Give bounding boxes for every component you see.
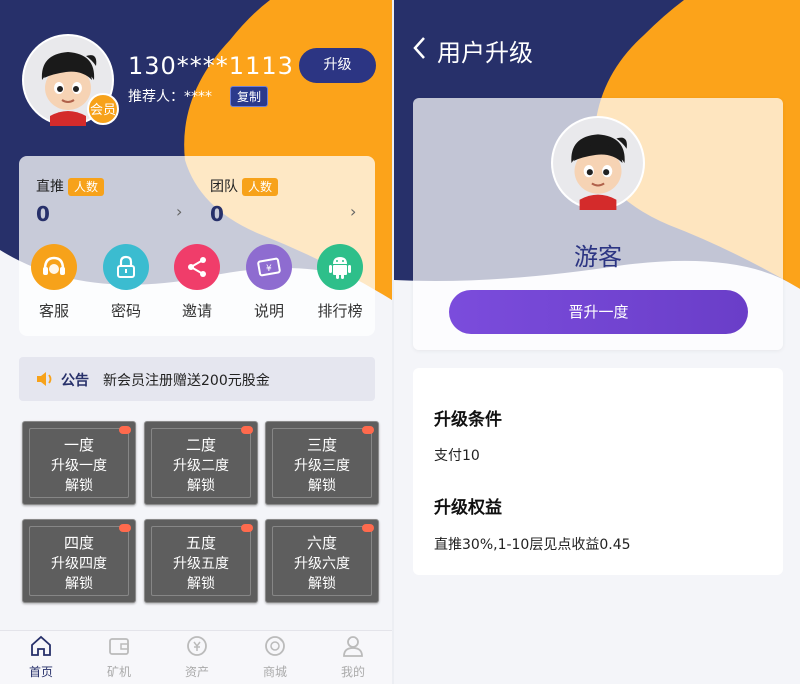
member-badge: 会员 [87, 93, 119, 125]
wallet-icon [109, 638, 129, 655]
shortcut-label: 邀请 [181, 302, 212, 320]
ticket-icon: ¥ [246, 244, 292, 290]
upgrade-info-card: 升级条件 支付10 升级权益 直推30%,1-10层见点收益0.45 [413, 368, 783, 575]
tab-assets[interactable]: 资产 [167, 635, 227, 680]
status-dot [241, 524, 253, 532]
level-card-4[interactable]: 四度 升级四度 解锁 [22, 519, 136, 603]
level-subtitle: 升级六度 [294, 556, 350, 572]
level-subtitle: 升级二度 [173, 458, 229, 474]
shortcut-label: 密码 [110, 302, 141, 320]
tab-label: 首页 [28, 665, 53, 679]
shortcut-label: 客服 [38, 302, 69, 320]
status-dot [362, 426, 374, 434]
level-subtitle: 升级四度 [51, 556, 107, 572]
announcement-text: 新会员注册赠送200元股金 [103, 373, 270, 389]
shortcut-password[interactable]: 密码 [96, 244, 156, 321]
announcement-title: 公告 [61, 373, 89, 389]
upgrade-screen: 用户升级 游客 晋升一度 升级条件 支付10 升级权益 直推30%,1-10层见… [392, 0, 800, 684]
conditions-text: 支付10 [434, 448, 480, 464]
level-status: 解锁 [65, 478, 93, 494]
status-dot [241, 426, 253, 434]
shortcut-instructions[interactable]: ¥ 说明 [239, 244, 299, 321]
tab-home[interactable]: 首页 [11, 635, 71, 680]
stat-value: 0 [36, 202, 50, 226]
level-subtitle: 升级三度 [294, 458, 350, 474]
level-name: 六度 [306, 534, 337, 552]
level-status: 解锁 [65, 576, 93, 592]
bottom-tab-bar: 首页 矿机 资产 商城 我的 [0, 630, 392, 684]
home-icon [31, 635, 51, 656]
announcement-bar[interactable]: 公告 新会员注册赠送200元股金 [19, 357, 375, 401]
store-icon [265, 636, 285, 656]
level-card-3[interactable]: 三度 升级三度 解锁 [265, 421, 379, 505]
shortcut-leaderboard[interactable]: 排行榜 [310, 244, 370, 321]
android-icon [317, 244, 363, 290]
shortcut-customer-service[interactable]: 客服 [24, 244, 84, 321]
level-name: 二度 [185, 436, 216, 454]
level-name: 四度 [63, 534, 94, 552]
shortcut-label: 说明 [253, 302, 284, 320]
tab-label: 矿机 [106, 665, 131, 679]
benefits-heading: 升级权益 [434, 498, 502, 518]
team-stat[interactable]: 团队 人数 0 [210, 176, 279, 226]
level-status: 解锁 [308, 478, 336, 494]
avatar [551, 116, 645, 210]
stats-card: 直推 人数 0 › 团队 人数 0 › 客服 密码 邀请 ¥ 说明 排行榜 [19, 156, 375, 336]
level-subtitle: 升级五度 [173, 556, 229, 572]
stat-value: 0 [210, 202, 224, 226]
tab-label: 资产 [184, 665, 209, 679]
tab-store[interactable]: 商城 [245, 635, 305, 680]
stat-label: 团队 [210, 179, 238, 195]
status-dot [362, 524, 374, 532]
level-name: 五度 [185, 534, 216, 552]
copy-button[interactable]: 复制 [230, 86, 269, 107]
referrer-text: 推荐人：**** [128, 89, 212, 105]
page-title: 用户升级 [437, 39, 533, 67]
level-card-5[interactable]: 五度 升级五度 解锁 [144, 519, 258, 603]
chevron-right-icon[interactable]: › [350, 202, 356, 221]
stat-tag: 人数 [242, 178, 279, 196]
benefits-text: 直推30%,1-10层见点收益0.45 [434, 537, 631, 553]
status-dot [119, 426, 131, 434]
home-screen: 会员 130****1113 推荐人：**** 复制 升级 直推 人数 0 › 团… [0, 0, 392, 684]
level-card-2[interactable]: 二度 升级二度 解锁 [144, 421, 258, 505]
tab-mine[interactable]: 我的 [323, 635, 383, 680]
tab-label: 商城 [262, 665, 287, 679]
level-status: 解锁 [187, 478, 215, 494]
lock-icon [103, 244, 149, 290]
level-status: 解锁 [187, 576, 215, 592]
status-dot [119, 524, 131, 532]
phone-number: 130****1113 [128, 52, 294, 80]
level-card-6[interactable]: 六度 升级六度 解锁 [265, 519, 379, 603]
svg-text:¥: ¥ [266, 264, 272, 274]
speaker-icon [37, 372, 52, 386]
shortcut-label: 排行榜 [317, 302, 363, 320]
stat-label: 直推 [36, 179, 64, 195]
asset-icon [187, 636, 207, 656]
tab-miner[interactable]: 矿机 [89, 635, 149, 680]
promote-button[interactable]: 晋升一度 [449, 290, 748, 334]
level-subtitle: 升级一度 [51, 458, 107, 474]
share-icon [174, 244, 220, 290]
direct-referral-stat[interactable]: 直推 人数 0 [36, 176, 105, 226]
upgrade-button[interactable]: 升级 [299, 48, 376, 83]
level-status: 解锁 [308, 576, 336, 592]
stat-tag: 人数 [68, 178, 105, 196]
shortcut-invite[interactable]: 邀请 [167, 244, 227, 321]
level-card-1[interactable]: 一度 升级一度 解锁 [22, 421, 136, 505]
current-level: 游客 [574, 243, 622, 271]
back-arrow-icon[interactable] [412, 36, 426, 60]
level-name: 一度 [63, 436, 94, 454]
tab-label: 我的 [340, 665, 365, 679]
user-icon [343, 636, 363, 657]
chevron-right-icon[interactable]: › [176, 202, 182, 221]
conditions-heading: 升级条件 [434, 410, 502, 430]
headset-icon [31, 244, 77, 290]
level-name: 三度 [306, 436, 337, 454]
